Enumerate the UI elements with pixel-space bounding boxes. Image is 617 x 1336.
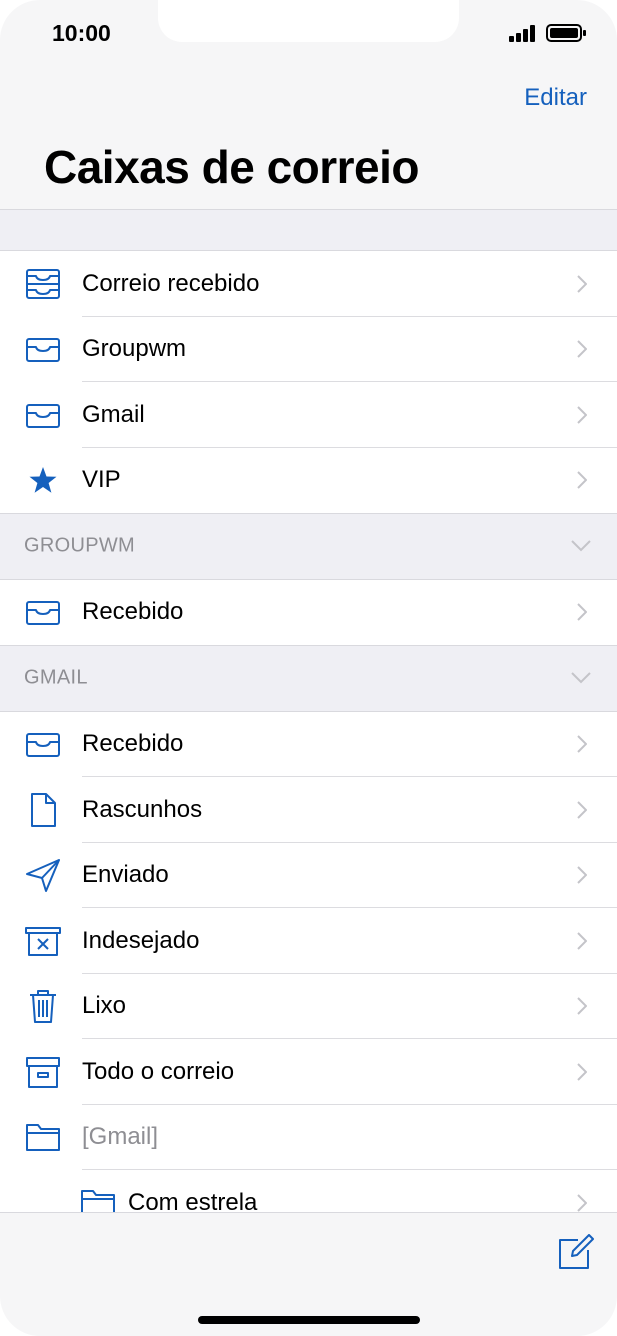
star-icon xyxy=(25,462,61,498)
mailbox-label: Gmail xyxy=(82,400,145,428)
mailbox-row-indesejado[interactable]: Indesejado xyxy=(0,908,617,974)
section-header-gmail[interactable]: GMAIL xyxy=(0,645,617,712)
chevron-right-icon xyxy=(577,1063,587,1081)
mail-mailboxes-screen: 10:00 Editar Caixas de correio Correio r… xyxy=(0,0,617,1336)
section-title: GROUPWM xyxy=(24,534,135,557)
mailbox-label: Lixo xyxy=(82,992,127,1020)
mailbox-row-correio-recebido[interactable]: Correio recebido xyxy=(0,251,617,317)
battery-icon xyxy=(546,24,586,42)
inbox-icon xyxy=(25,594,61,630)
mailbox-row-enviado[interactable]: Enviado xyxy=(0,842,617,908)
chevron-right-icon xyxy=(577,340,587,358)
mailbox-label: Correio recebido xyxy=(82,269,260,297)
mailbox-row-gmail-folder: [Gmail] xyxy=(0,1104,617,1170)
mailbox-row-rascunhos[interactable]: Rascunhos xyxy=(0,777,617,843)
mailbox-row-lixo[interactable]: Lixo xyxy=(0,973,617,1039)
section-title: GMAIL xyxy=(24,666,88,689)
chevron-down-icon xyxy=(571,672,591,684)
chevron-right-icon xyxy=(577,932,587,950)
compose-icon[interactable] xyxy=(558,1234,594,1270)
paper-plane-icon xyxy=(25,857,61,893)
document-icon xyxy=(25,792,61,828)
mailbox-row-vip[interactable]: VIP xyxy=(0,447,617,513)
chevron-right-icon xyxy=(577,471,587,489)
page-title: Caixas de correio xyxy=(44,141,420,193)
inbox-icon xyxy=(25,726,61,762)
chevron-right-icon xyxy=(577,997,587,1015)
trash-icon xyxy=(25,988,61,1024)
mailbox-row-gmail-recebido[interactable]: Recebido xyxy=(0,711,617,777)
chevron-right-icon xyxy=(577,406,587,424)
status-time: 10:00 xyxy=(52,20,111,46)
mailbox-label: Rascunhos xyxy=(82,795,203,823)
folder-icon xyxy=(25,1119,61,1155)
mailbox-label: VIP xyxy=(82,466,121,494)
all-inboxes-icon xyxy=(25,266,61,302)
mailbox-label: Todo o correio xyxy=(82,1057,235,1085)
inbox-icon xyxy=(25,331,61,367)
inbox-icon xyxy=(25,397,61,433)
section-header-groupwm[interactable]: GROUPWM xyxy=(0,513,617,580)
mailbox-label: Indesejado xyxy=(82,926,200,954)
mailbox-row-gmail[interactable]: Gmail xyxy=(0,382,617,448)
mailbox-list: Correio recebido Groupwm Gmail VIP GROUP… xyxy=(0,251,617,1236)
chevron-right-icon xyxy=(577,603,587,621)
home-indicator[interactable] xyxy=(198,1316,420,1324)
edit-button[interactable]: Editar xyxy=(524,84,587,112)
chevron-right-icon xyxy=(577,735,587,753)
chevron-right-icon xyxy=(577,1194,587,1212)
chevron-down-icon xyxy=(571,540,591,552)
chevron-right-icon xyxy=(577,801,587,819)
chevron-right-icon xyxy=(577,275,587,293)
archive-icon xyxy=(25,1054,61,1090)
device-notch xyxy=(158,0,459,42)
mailbox-row-todo-o-correio[interactable]: Todo o correio xyxy=(0,1039,617,1105)
navigation-header: 10:00 Editar Caixas de correio xyxy=(0,0,617,210)
cellular-signal-icon xyxy=(509,24,537,42)
chevron-right-icon xyxy=(577,866,587,884)
mailbox-label: Recebido xyxy=(82,598,184,626)
section-spacer xyxy=(0,210,617,251)
junk-icon xyxy=(25,923,61,959)
mailbox-label: Recebido xyxy=(82,730,184,758)
mailbox-row-groupwm-recebido[interactable]: Recebido xyxy=(0,579,617,645)
mailbox-label: Groupwm xyxy=(82,335,187,363)
mailbox-label: [Gmail] xyxy=(82,1123,159,1151)
mailbox-row-groupwm[interactable]: Groupwm xyxy=(0,316,617,382)
mailbox-label: Enviado xyxy=(82,861,169,889)
